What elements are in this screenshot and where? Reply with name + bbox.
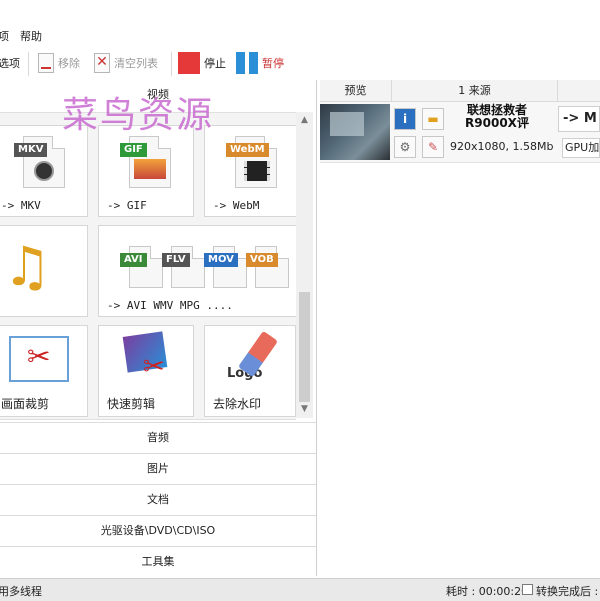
info-icon[interactable]: i bbox=[394, 108, 416, 130]
task-list-panel: 预览 1 来源 i ▬ ⚙ ✎ 联想拯救者 R9000X评 920x1080, … bbox=[320, 80, 600, 576]
mkv-file-icon: MKV bbox=[14, 136, 65, 188]
menu-item-help[interactable]: 帮助 bbox=[20, 28, 42, 44]
function-panel: 视频 MKV -> MKV GIF -> GIF WebM -> WebM ♫ … bbox=[0, 80, 317, 577]
vob-tag: VOB bbox=[246, 253, 278, 267]
column-header-preview[interactable]: 预览 bbox=[320, 80, 392, 102]
tile-label: 去除水印 bbox=[213, 397, 262, 411]
category-audio[interactable]: 音频 bbox=[0, 422, 316, 453]
tile-label: 快速剪辑 bbox=[107, 397, 156, 411]
gif-file-icon: GIF bbox=[120, 136, 171, 188]
category-optical-drive[interactable]: 光驱设备\DVD\CD\ISO bbox=[0, 515, 316, 546]
toolbar: 选项 移除 ✕ 清空列表 停止 暂停 bbox=[0, 46, 600, 80]
category-image[interactable]: 图片 bbox=[0, 453, 316, 484]
folder-icon[interactable]: ▬ bbox=[422, 108, 444, 130]
tile-label: -> MKV bbox=[1, 199, 41, 212]
pause-icon bbox=[236, 52, 258, 74]
scroll-down-arrow-icon[interactable]: ▼ bbox=[296, 401, 313, 418]
tile-audio-convert[interactable]: ♫ bbox=[0, 225, 88, 317]
menu-item-options[interactable]: 项 bbox=[0, 28, 9, 44]
gpu-accel-selector[interactable]: GPU加 bbox=[562, 138, 600, 158]
webm-file-icon: WebM bbox=[226, 136, 277, 188]
flv-tag: FLV bbox=[162, 253, 190, 267]
tile-to-gif[interactable]: GIF -> GIF bbox=[98, 125, 194, 217]
scrollbar-thumb[interactable] bbox=[299, 292, 310, 402]
avi-tag: AVI bbox=[120, 253, 147, 267]
category-document[interactable]: 文档 bbox=[0, 484, 316, 515]
tile-label: -> WebM bbox=[213, 199, 260, 212]
tile-label: 画面裁剪 bbox=[1, 397, 50, 411]
after-done-label: 转换完成后 : bbox=[536, 585, 599, 598]
task-title-line2: R9000X评 bbox=[465, 116, 529, 130]
status-bar: 用多线程 耗时 : 00:00:20 转换完成后 : bbox=[0, 578, 600, 601]
stop-button[interactable]: 停止 bbox=[178, 50, 226, 76]
options-button[interactable]: 选项 bbox=[0, 50, 20, 76]
column-header-output[interactable] bbox=[558, 80, 600, 102]
remove-label: 移除 bbox=[58, 57, 80, 70]
toolbar-separator bbox=[28, 52, 29, 76]
mov-tag: MOV bbox=[204, 253, 238, 267]
watermark-overlay: 菜鸟资源 bbox=[62, 95, 215, 136]
tile-to-webm[interactable]: WebM -> WebM bbox=[204, 125, 296, 217]
stop-icon bbox=[178, 52, 200, 74]
category-toolset[interactable]: 工具集 bbox=[0, 546, 316, 577]
tile-to-avi-wmv-mpg[interactable]: AVI FLV MOV VOB -> AVI WMV MPG .... bbox=[98, 225, 296, 317]
elapsed-time: 耗时 : 00:00:20 bbox=[446, 585, 529, 598]
multithread-label: 用多线程 bbox=[0, 585, 42, 598]
clear-list-label: 清空列表 bbox=[114, 57, 158, 70]
options-label: 选项 bbox=[0, 57, 20, 70]
flv-file-icon: FLV bbox=[162, 246, 205, 288]
output-format-selector[interactable]: -> M bbox=[558, 106, 600, 132]
tile-to-mkv[interactable]: MKV -> MKV bbox=[0, 125, 88, 217]
video-thumbnail bbox=[320, 104, 390, 160]
scroll-up-arrow-icon[interactable]: ▲ bbox=[296, 112, 313, 129]
sunset-image-icon bbox=[134, 159, 166, 179]
tile-quick-edit[interactable]: ✂ 快速剪辑 bbox=[98, 325, 194, 417]
vob-file-icon: VOB bbox=[246, 246, 289, 288]
menu-bar: 项 帮助 bbox=[0, 24, 600, 46]
after-done-checkbox[interactable] bbox=[522, 584, 533, 595]
toolbar-separator bbox=[171, 52, 172, 76]
film-strip-icon bbox=[244, 161, 270, 181]
gif-tag: GIF bbox=[120, 143, 147, 157]
avi-file-icon: AVI bbox=[120, 246, 163, 288]
edit-file-icon[interactable]: ✎ bbox=[422, 136, 444, 158]
stop-label: 停止 bbox=[204, 57, 226, 70]
task-source-title: 联想拯救者 R9000X评 bbox=[442, 104, 552, 130]
mkv-tag: MKV bbox=[14, 143, 48, 157]
music-note-icon: ♫ bbox=[3, 235, 52, 298]
task-row[interactable]: i ▬ ⚙ ✎ 联想拯救者 R9000X评 920x1080, 1.58Mb -… bbox=[320, 102, 600, 163]
tile-crop[interactable]: ✂ 画面裁剪 bbox=[0, 325, 88, 417]
clear-list-button[interactable]: ✕ 清空列表 bbox=[94, 50, 158, 76]
task-source-info: 920x1080, 1.58Mb bbox=[450, 140, 554, 153]
webm-tag: WebM bbox=[226, 143, 269, 157]
grid-scrollbar[interactable]: ▲ ▼ bbox=[296, 112, 313, 418]
mov-file-icon: MOV bbox=[204, 246, 247, 288]
settings-gear-icon[interactable]: ⚙ bbox=[394, 136, 416, 158]
column-header-source[interactable]: 1 来源 bbox=[392, 80, 558, 102]
scissors-icon: ✂ bbox=[143, 352, 165, 382]
scissors-icon: ✂ bbox=[27, 340, 51, 373]
tile-label: -> AVI WMV MPG .... bbox=[107, 299, 233, 312]
film-reel-icon bbox=[34, 161, 54, 181]
tile-remove-watermark[interactable]: Logo 去除水印 bbox=[204, 325, 296, 417]
tile-label: -> GIF bbox=[107, 199, 147, 212]
pause-label: 暂停 bbox=[262, 57, 284, 70]
remove-doc-icon bbox=[38, 53, 54, 73]
pause-button[interactable]: 暂停 bbox=[236, 50, 284, 76]
clear-list-icon: ✕ bbox=[94, 53, 110, 73]
remove-button[interactable]: 移除 bbox=[38, 50, 80, 76]
video-tools-grid: MKV -> MKV GIF -> GIF WebM -> WebM ♫ AVI… bbox=[0, 112, 296, 420]
